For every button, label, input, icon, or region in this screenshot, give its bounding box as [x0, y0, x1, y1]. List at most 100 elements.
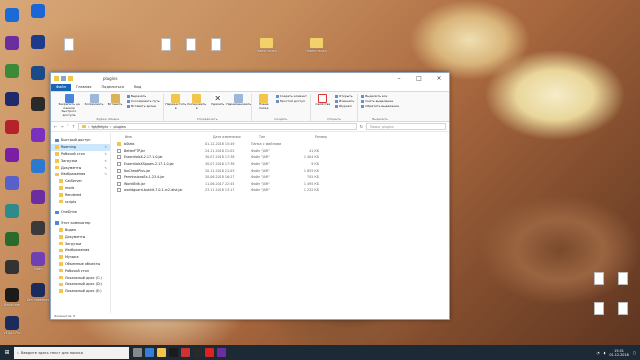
- taskbar-search[interactable]: ⌕ Введите здесь текст для поиска: [14, 346, 129, 359]
- file-row[interactable]: worldguard-bukkit-7.0.1-rc2-dist.jar 23.1…: [111, 187, 449, 194]
- desktop-shortcut[interactable]: [27, 66, 49, 80]
- pin-quick-access-button[interactable]: Закрепить на панели быстрого доступа: [56, 94, 82, 117]
- file-row[interactable]: PermissionsEx-1.23.4.jar 20.06.2018 16:27…: [111, 174, 449, 181]
- copy-button[interactable]: Копировать: [85, 94, 103, 117]
- address-bar[interactable]: › fghjfhfghr › plugins: [78, 123, 357, 130]
- taskbar-app-icon[interactable]: [169, 348, 178, 357]
- file-row[interactable]: EssentialsXSpawn-2.17.1.0.jar 30.07.2018 …: [111, 161, 449, 168]
- title-bar[interactable]: plugins – □ ×: [51, 73, 449, 84]
- up-arrow-icon[interactable]: ↑: [72, 124, 75, 129]
- taskbar-app-icon[interactable]: [205, 348, 214, 357]
- notifications-icon[interactable]: ▢: [633, 351, 636, 355]
- desktop-shortcut[interactable]: VEGAS Pro: [1, 316, 23, 335]
- desktop-shortcut[interactable]: [1, 176, 23, 190]
- taskbar-app-icon[interactable]: [193, 348, 202, 357]
- back-arrow-icon[interactable]: ←: [54, 124, 57, 129]
- taskbar-app-icon[interactable]: [133, 348, 142, 357]
- properties-icon[interactable]: [61, 76, 66, 81]
- desktop-shortcut[interactable]: Bandicam: [1, 288, 23, 307]
- desktop-file-icon[interactable]: [205, 38, 227, 51]
- search-input[interactable]: Поиск: plugins: [366, 123, 446, 130]
- nav-item[interactable]: Локальный диск (D:): [51, 281, 110, 288]
- nav-item[interactable]: Этот компьютер: [51, 220, 110, 227]
- refresh-icon[interactable]: ↻: [360, 124, 363, 129]
- new-item-button[interactable]: Создать элемент: [275, 94, 307, 98]
- select-all-button[interactable]: Выделить все: [361, 94, 399, 98]
- pin-icon[interactable]: ✎: [104, 172, 107, 176]
- desktop-shortcut[interactable]: [1, 148, 23, 162]
- select-none-button[interactable]: Снять выделение: [361, 99, 399, 103]
- pin-icon[interactable]: ✎: [104, 166, 107, 170]
- tab-file[interactable]: Файл: [51, 84, 71, 91]
- desktop-folder-icon[interactable]: Новая папка: [305, 38, 327, 53]
- column-type[interactable]: Тип: [259, 135, 303, 139]
- nav-item[interactable]: OneDrive: [51, 209, 110, 216]
- file-row[interactable]: NoCheatPlus.jar 20.11.2018 21:03 Файл "JAR…: [111, 167, 449, 174]
- taskbar-app-icon[interactable]: [181, 348, 190, 357]
- desktop-shortcut[interactable]: [27, 190, 49, 204]
- tab-view[interactable]: Вид: [129, 84, 146, 91]
- volume-icon[interactable]: ◖: [604, 351, 606, 355]
- desktop-file-icon[interactable]: [612, 302, 634, 315]
- desktop-shortcut[interactable]: [27, 159, 49, 173]
- desktop-shortcut[interactable]: [1, 64, 23, 78]
- nav-item[interactable]: Изображения: [51, 247, 110, 254]
- nav-item[interactable]: Видео: [51, 227, 110, 234]
- tab-home[interactable]: Главная: [71, 84, 97, 91]
- properties-button[interactable]: Свойства: [314, 94, 332, 117]
- quick-access-toolbar[interactable]: [54, 76, 73, 81]
- nav-item[interactable]: Локальный диск (E:): [51, 288, 110, 295]
- desktop-file-icon[interactable]: [588, 302, 610, 315]
- desktop-shortcut[interactable]: [27, 128, 49, 142]
- explorer-window[interactable]: plugins – □ × Файл Главная Поделиться Ви…: [50, 72, 450, 320]
- edit-button[interactable]: Изменить: [334, 99, 354, 103]
- desktop-file-icon[interactable]: [180, 38, 202, 51]
- easy-access-button[interactable]: Простой доступ: [275, 99, 307, 103]
- breadcrumb-item[interactable]: fghjfhfghr: [91, 125, 108, 129]
- desktop-shortcut[interactable]: [1, 204, 23, 218]
- tab-share[interactable]: Поделиться: [96, 84, 129, 91]
- paste-button[interactable]: Вставить: [106, 94, 124, 117]
- delete-button[interactable]: ✕ Удалить: [209, 94, 227, 117]
- taskbar-app-icon[interactable]: [145, 348, 154, 357]
- maximize-button[interactable]: □: [409, 73, 429, 84]
- taskbar-app-icon[interactable]: [157, 348, 166, 357]
- nav-item[interactable]: Быстрый доступ: [51, 137, 110, 144]
- move-to-button[interactable]: Переместить в: [165, 94, 186, 117]
- pin-icon[interactable]: ✎: [104, 145, 107, 149]
- forward-arrow-icon[interactable]: →: [60, 124, 63, 129]
- nav-item[interactable]: CatServer: [51, 178, 110, 185]
- chevron-down-icon[interactable]: ˅: [67, 124, 69, 129]
- copy-path-button[interactable]: Скопировать путь: [127, 99, 160, 103]
- column-size[interactable]: Размер: [303, 135, 327, 139]
- paste-shortcut-button[interactable]: Вставить ярлык: [127, 104, 160, 108]
- breadcrumb-item[interactable]: plugins: [113, 125, 125, 129]
- nav-item[interactable]: mods: [51, 185, 110, 192]
- nav-item[interactable]: Rendered: [51, 191, 110, 198]
- column-date[interactable]: Дата изменения: [213, 135, 259, 139]
- desktop-shortcut[interactable]: [1, 36, 23, 50]
- nav-item[interactable]: scripts: [51, 198, 110, 205]
- desktop-shortcut[interactable]: [1, 260, 23, 274]
- taskbar-app-icon[interactable]: [217, 348, 226, 357]
- new-folder-icon[interactable]: [68, 76, 73, 81]
- nav-item[interactable]: Объемные объекты: [51, 261, 110, 268]
- column-name[interactable]: Имя: [125, 135, 213, 139]
- nav-item[interactable]: Документы: [51, 233, 110, 240]
- copy-to-button[interactable]: Копировать в: [187, 94, 206, 117]
- clock[interactable]: 15:51 01.12.2018: [609, 349, 628, 357]
- desktop-shortcut[interactable]: [1, 120, 23, 134]
- open-button[interactable]: Открыть: [334, 94, 354, 98]
- pin-icon[interactable]: ✎: [104, 152, 107, 156]
- desktop-shortcut[interactable]: [1, 8, 23, 22]
- nav-item[interactable]: Изображения ✎: [51, 171, 110, 178]
- desktop-file-icon[interactable]: [588, 272, 610, 285]
- rename-button[interactable]: Переименовать: [226, 94, 251, 117]
- desktop-shortcut[interactable]: Без названия: [27, 283, 49, 302]
- pin-icon[interactable]: ✎: [104, 159, 107, 163]
- desktop-file-icon[interactable]: [58, 38, 80, 51]
- invert-selection-button[interactable]: Обратить выделение: [361, 104, 399, 108]
- nav-item[interactable]: Рабочий стол ✎: [51, 151, 110, 158]
- desktop-shortcut[interactable]: [27, 4, 49, 18]
- history-button[interactable]: Журнал: [334, 104, 354, 108]
